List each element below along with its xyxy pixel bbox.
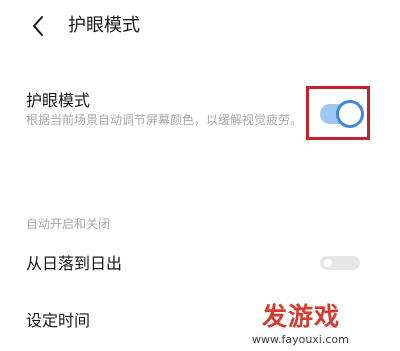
page-title: 护眼模式	[68, 15, 140, 36]
eye-protection-toggle[interactable]	[320, 100, 364, 128]
eye-protection-description: 根据当前场景自动调节屏幕颜色，以缓解视觉疲劳。	[26, 113, 303, 127]
toggle-knob	[336, 100, 364, 128]
set-time-item[interactable]: 设定时间	[26, 310, 90, 332]
chevron-left-icon	[33, 16, 43, 36]
sunset-to-sunrise-label[interactable]: 从日落到日出	[26, 253, 122, 275]
top-bar: 护眼模式	[0, 0, 400, 52]
watermark-logo: 发游戏	[262, 302, 341, 331]
watermark-url: www.fayouxi.com	[252, 333, 349, 346]
toggle-knob	[324, 259, 332, 267]
sunset-to-sunrise-toggle[interactable]	[320, 256, 360, 270]
back-button[interactable]	[24, 12, 52, 40]
eye-protection-title: 护眼模式	[26, 91, 91, 110]
section-header-auto: 自动开启和关闭	[26, 217, 111, 231]
